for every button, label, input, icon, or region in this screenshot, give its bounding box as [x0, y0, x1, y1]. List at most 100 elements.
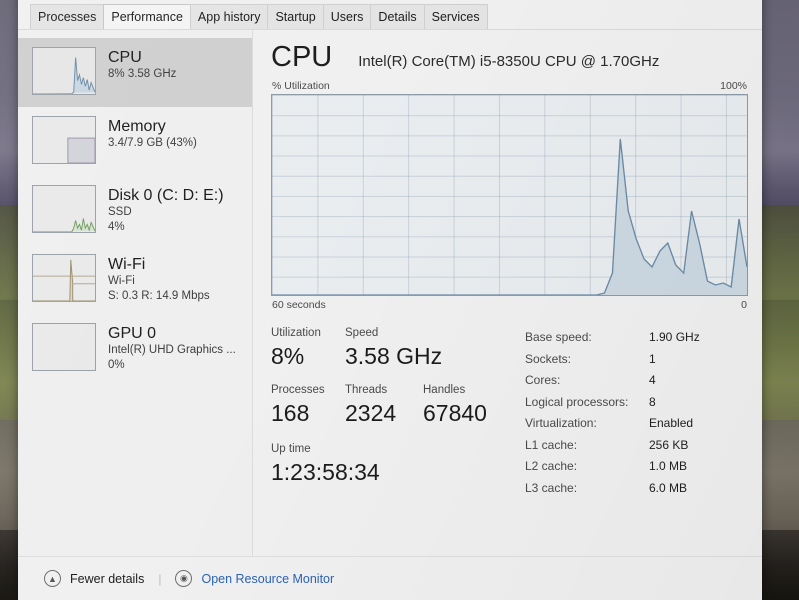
sidebar-item-memory-text: Memory 3.4/7.9 GB (43%) — [108, 116, 197, 151]
cpu-area-fill — [272, 138, 747, 295]
stats-row-processes-threads-handles: Processes 168 Threads 2324 Handles 67840 — [271, 382, 503, 429]
stat-handles-value: 67840 — [423, 400, 487, 426]
footer-separator: | — [158, 571, 162, 586]
spec-l2-cache: L2 cache: 1.0 MB — [525, 456, 748, 478]
graph-bottom-labels: 60 seconds 0 — [271, 299, 748, 311]
stat-speed-label: Speed — [345, 327, 379, 339]
stat-speed-value: 3.58 GHz — [345, 343, 443, 369]
sidebar-item-cpu-sub1: 8% 3.58 GHz — [108, 68, 177, 80]
graph-x-axis-start: 60 seconds — [272, 299, 326, 311]
graph-top-labels: % Utilization 100% — [271, 80, 748, 94]
spec-virtualization-value: Enabled — [649, 416, 694, 430]
stats-row-utilization-speed: Utilization 8% Speed 3.58 GHz — [271, 325, 503, 372]
spec-cores-key: Cores: — [525, 373, 561, 387]
spec-sockets-key: Sockets: — [525, 351, 572, 366]
cpu-specifications: Base speed: 1.90 GHz Sockets: 1 Cores: 4… — [503, 325, 748, 499]
spec-sockets: Sockets: 1 — [525, 349, 748, 371]
sidebar-item-disk-title: Disk 0 (C: D: E:) — [108, 187, 224, 204]
spec-l1-cache-key: L1 cache: — [525, 437, 578, 452]
sidebar-item-disk[interactable]: Disk 0 (C: D: E:) SSD 4% — [18, 176, 252, 245]
spec-logical-processors-key: Logical processors: — [525, 394, 629, 409]
page-title: CPU — [271, 41, 333, 73]
spec-base-speed: Base speed: 1.90 GHz — [525, 327, 748, 349]
resource-sidebar: CPU 8% 3.58 GHz Memory 3.4/7.9 GB (43%) — [18, 30, 253, 556]
sidebar-item-cpu-title: CPU — [108, 49, 142, 66]
disk-thumbnail-graph — [32, 185, 96, 233]
spec-l3-cache: L3 cache: 6.0 MB — [525, 478, 748, 500]
sidebar-item-gpu-text: GPU 0 Intel(R) UHD Graphics ... 0% — [108, 323, 236, 373]
sidebar-item-cpu[interactable]: CPU 8% 3.58 GHz — [18, 38, 252, 107]
stat-utilization-label: Utilization — [271, 327, 321, 339]
spec-sockets-value: 1 — [649, 351, 656, 366]
stat-threads: Threads 2324 — [345, 382, 423, 429]
sidebar-item-memory-sub1: 3.4/7.9 GB (43%) — [108, 137, 197, 149]
tab-performance[interactable]: Performance — [103, 4, 191, 29]
stat-utilization-value: 8% — [271, 343, 305, 369]
spec-virtualization: Virtualization: Enabled — [525, 413, 748, 435]
stat-uptime-value: 1:23:58:34 — [271, 459, 380, 485]
spec-base-speed-value: 1.90 GHz — [649, 330, 700, 344]
panel-header: CPU Intel(R) Core(TM) i5-8350U CPU @ 1.7… — [271, 40, 748, 74]
statistics-area: Utilization 8% Speed 3.58 GHz Processes … — [271, 325, 748, 499]
tab-startup[interactable]: Startup — [267, 4, 324, 29]
graph-y-axis-label: % Utilization — [272, 80, 330, 92]
stat-threads-value: 2324 — [345, 400, 397, 426]
graph-y-axis-max: 100% — [720, 80, 747, 92]
memory-thumbnail-graph — [32, 116, 96, 164]
spec-logical-processors: Logical processors: 8 — [525, 392, 748, 414]
spec-base-speed-key: Base speed: — [525, 330, 592, 344]
fewer-details-button[interactable]: Fewer details — [70, 572, 144, 586]
open-resource-monitor-link[interactable]: Open Resource Monitor — [201, 572, 334, 586]
cpu-thumbnail-graph — [32, 47, 96, 95]
tab-details[interactable]: Details — [370, 4, 425, 29]
spec-cores: Cores: 4 — [525, 370, 748, 392]
stat-handles: Handles 67840 — [423, 382, 503, 429]
stat-handles-label: Handles — [423, 384, 466, 396]
window-body: CPU 8% 3.58 GHz Memory 3.4/7.9 GB (43%) — [18, 30, 762, 556]
window-footer: ▲ Fewer details | ◉ Open Resource Monito… — [18, 556, 762, 600]
sidebar-item-memory-title: Memory — [108, 118, 166, 135]
spec-l2-cache-key: L2 cache: — [525, 459, 578, 473]
stat-utilization: Utilization 8% — [271, 325, 345, 372]
sidebar-item-wifi-sub1: Wi-Fi — [108, 275, 135, 287]
tab-app-history[interactable]: App history — [189, 4, 269, 29]
task-manager-window: File Options View Processes Performance … — [18, 0, 762, 600]
sidebar-item-wifi-sub2: S: 0.3 R: 14.9 Mbps — [108, 290, 210, 302]
tab-bar: Processes Performance App history Startu… — [18, 4, 762, 30]
cpu-utilization-graph[interactable] — [271, 94, 748, 296]
spec-logical-processors-value: 8 — [649, 394, 656, 409]
stat-speed: Speed 3.58 GHz — [345, 325, 495, 372]
sidebar-item-wifi[interactable]: Wi-Fi Wi-Fi S: 0.3 R: 14.9 Mbps — [18, 245, 252, 314]
tab-users[interactable]: Users — [322, 4, 372, 29]
sidebar-item-disk-sub2: 4% — [108, 221, 125, 233]
sidebar-item-wifi-title: Wi-Fi — [108, 256, 146, 273]
sidebar-item-gpu[interactable]: GPU 0 Intel(R) UHD Graphics ... 0% — [18, 314, 252, 383]
stat-processes-label: Processes — [271, 384, 325, 396]
tab-processes[interactable]: Processes — [30, 4, 105, 29]
cpu-model-name: Intel(R) Core(TM) i5-8350U CPU @ 1.70GHz — [358, 53, 660, 70]
spec-l3-cache-key: L3 cache: — [525, 480, 578, 495]
gpu-thumbnail-graph — [32, 323, 96, 371]
performance-detail-panel: CPU Intel(R) Core(TM) i5-8350U CPU @ 1.7… — [253, 30, 762, 556]
stat-uptime: Up time 1:23:58:34 — [271, 441, 503, 488]
sidebar-item-memory[interactable]: Memory 3.4/7.9 GB (43%) — [18, 107, 252, 176]
spec-l2-cache-value: 1.0 MB — [649, 459, 688, 473]
spec-virtualization-key: Virtualization: — [525, 416, 597, 430]
wifi-thumbnail-graph — [32, 254, 96, 302]
stat-processes-value: 168 — [271, 400, 310, 426]
sidebar-item-disk-text: Disk 0 (C: D: E:) SSD 4% — [108, 185, 224, 235]
sidebar-item-wifi-text: Wi-Fi Wi-Fi S: 0.3 R: 14.9 Mbps — [108, 254, 210, 304]
chevron-up-circle-icon[interactable]: ▲ — [44, 570, 61, 587]
tab-services[interactable]: Services — [423, 4, 488, 29]
primary-stats: Utilization 8% Speed 3.58 GHz Processes … — [271, 325, 503, 499]
spec-l1-cache: L1 cache: 256 KB — [525, 435, 748, 457]
stat-uptime-label: Up time — [271, 443, 311, 455]
spec-cores-value: 4 — [649, 373, 656, 387]
spec-l3-cache-value: 6.0 MB — [649, 480, 688, 495]
graph-x-axis-end: 0 — [741, 299, 747, 311]
sidebar-item-disk-sub1: SSD — [108, 206, 132, 218]
resource-monitor-icon[interactable]: ◉ — [175, 570, 193, 587]
sidebar-item-cpu-text: CPU 8% 3.58 GHz — [108, 47, 176, 82]
graph-plot — [272, 138, 747, 295]
stat-processes: Processes 168 — [271, 382, 345, 429]
